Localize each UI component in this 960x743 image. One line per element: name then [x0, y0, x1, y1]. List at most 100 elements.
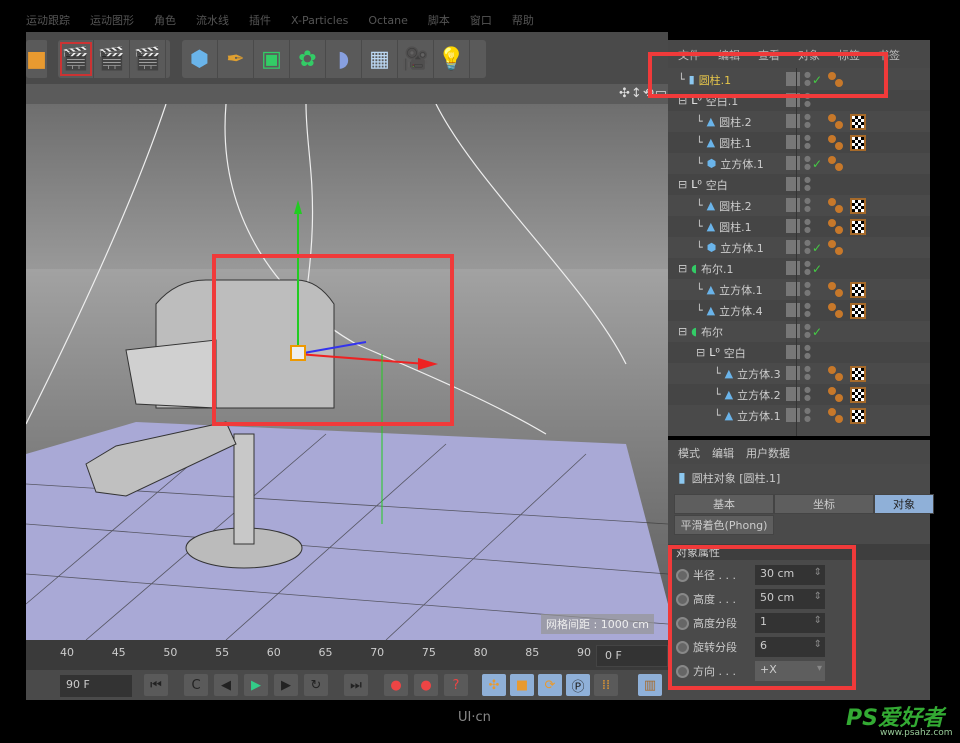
- material-tag-icon[interactable]: [850, 113, 866, 130]
- next-key-button[interactable]: ↻: [304, 674, 328, 696]
- floor-environment-icon[interactable]: ▦: [362, 40, 398, 78]
- end-frame-field[interactable]: 90 F: [60, 675, 132, 697]
- visibility-dots-icon[interactable]: ● ●: [804, 113, 811, 129]
- object-row[interactable]: └ ▲ 圆柱.2 ● ●: [668, 111, 930, 132]
- object-row[interactable]: └ ▲ 立方体.1 ● ●: [668, 279, 930, 300]
- layer-icon[interactable]: [786, 387, 800, 401]
- play-button[interactable]: ▶: [244, 674, 268, 696]
- menu-item[interactable]: X-Particles: [291, 14, 348, 30]
- material-tag-icon[interactable]: [850, 302, 866, 319]
- layer-icon[interactable]: [786, 366, 800, 380]
- visibility-dots-icon[interactable]: ● ●: [804, 134, 811, 150]
- visibility-dots-icon[interactable]: ● ●: [804, 407, 811, 423]
- key-pla-toggle[interactable]: ⁞⁞: [594, 674, 618, 696]
- menu-item[interactable]: 运动跟踪: [26, 14, 70, 30]
- object-row[interactable]: ⊟ ◖ 布尔 ● ● ✓: [668, 321, 930, 342]
- phong-tag-icon[interactable]: [828, 386, 844, 403]
- object-row[interactable]: └ ⬢ 立方体.1 ● ● ✓: [668, 237, 930, 258]
- material-tag-icon[interactable]: [850, 197, 866, 214]
- object-row[interactable]: ⊟ ◖ 布尔.1 ● ● ✓: [668, 258, 930, 279]
- menu-item[interactable]: 帮助: [512, 14, 534, 30]
- am-menu-item[interactable]: 用户数据: [746, 445, 790, 460]
- phong-tag-icon[interactable]: [828, 134, 844, 151]
- tab-basic[interactable]: 基本: [674, 494, 774, 514]
- auto-key-button[interactable]: ●: [414, 674, 438, 696]
- menu-item[interactable]: 脚本: [428, 14, 450, 30]
- layer-icon[interactable]: [786, 303, 800, 317]
- phong-tag-icon[interactable]: [828, 281, 844, 298]
- camera-icon[interactable]: 🎥: [398, 40, 434, 78]
- render-settings-icon[interactable]: 🎬: [130, 40, 166, 78]
- object-row[interactable]: └ ▲ 立方体.3 ● ●: [668, 363, 930, 384]
- phong-tag-icon[interactable]: [828, 407, 844, 424]
- object-row[interactable]: └ ▲ 圆柱.2 ● ●: [668, 195, 930, 216]
- visibility-dots-icon[interactable]: ● ●: [804, 344, 811, 360]
- visibility-dots-icon[interactable]: ● ●: [804, 239, 811, 255]
- key-position-toggle[interactable]: ✣: [482, 674, 506, 696]
- enabled-check-icon[interactable]: ✓: [812, 157, 822, 171]
- subdivision-icon[interactable]: ▣: [254, 40, 290, 78]
- menu-item[interactable]: 运动图形: [90, 14, 134, 30]
- material-tag-icon[interactable]: [850, 218, 866, 235]
- go-to-end-button[interactable]: ⏭: [344, 674, 368, 696]
- key-parameter-toggle[interactable]: Ⓟ: [566, 674, 590, 696]
- enabled-check-icon[interactable]: ✓: [812, 262, 822, 276]
- layer-icon[interactable]: [786, 156, 800, 170]
- timeline-ruler[interactable]: 40 45 50 55 60 65 70 75 80 85 90: [26, 640, 668, 670]
- mograph-cloner-icon[interactable]: ✿: [290, 40, 326, 78]
- material-tag-icon[interactable]: [850, 365, 866, 382]
- visibility-dots-icon[interactable]: ● ●: [804, 218, 811, 234]
- next-frame-button[interactable]: ▶: [274, 674, 298, 696]
- object-row[interactable]: └ ⬢ 立方体.1 ● ● ✓: [668, 153, 930, 174]
- phong-tag-icon[interactable]: [828, 239, 844, 256]
- object-row[interactable]: └ ▲ 圆柱.1 ● ●: [668, 216, 930, 237]
- timeline-window-button[interactable]: ▥: [638, 674, 662, 696]
- visibility-dots-icon[interactable]: ● ●: [804, 155, 811, 171]
- cube-primitive-icon[interactable]: ⬢: [182, 40, 218, 78]
- phong-tag-icon[interactable]: [828, 113, 844, 130]
- menu-item[interactable]: Octane: [368, 14, 408, 30]
- phong-tag-icon[interactable]: [828, 365, 844, 382]
- enabled-check-icon[interactable]: ✓: [812, 241, 822, 255]
- object-row[interactable]: ⊟ L⁰ 空白 ● ●: [668, 342, 930, 363]
- menu-item[interactable]: 窗口: [470, 14, 492, 30]
- object-row[interactable]: └ ▲ 立方体.1 ● ●: [668, 405, 930, 426]
- phong-tag-icon[interactable]: [828, 302, 844, 319]
- visibility-dots-icon[interactable]: ● ●: [804, 281, 811, 297]
- light-icon[interactable]: 💡: [434, 40, 470, 78]
- current-frame-field[interactable]: 0 F: [596, 645, 668, 667]
- render-picture-icon[interactable]: 🎬: [94, 40, 130, 78]
- phong-tag-icon[interactable]: [828, 197, 844, 214]
- keyframe-selection-button[interactable]: ?: [444, 674, 468, 696]
- expand-toggle-icon[interactable]: ⊟: [678, 178, 687, 191]
- layer-icon[interactable]: [786, 240, 800, 254]
- visibility-dots-icon[interactable]: ● ●: [804, 302, 811, 318]
- expand-toggle-icon[interactable]: ⊟: [678, 325, 687, 338]
- previous-key-button[interactable]: C: [184, 674, 208, 696]
- visibility-dots-icon[interactable]: ● ●: [804, 176, 811, 192]
- tab-coord[interactable]: 坐标: [774, 494, 874, 514]
- layer-icon[interactable]: [786, 177, 800, 191]
- tab-phong[interactable]: 平滑着色(Phong): [674, 515, 774, 535]
- layer-icon[interactable]: [786, 114, 800, 128]
- menu-item[interactable]: 角色: [154, 14, 176, 30]
- layer-icon[interactable]: [786, 282, 800, 296]
- phong-tag-icon[interactable]: [828, 155, 844, 172]
- object-row[interactable]: └ ▲ 立方体.2 ● ●: [668, 384, 930, 405]
- phong-tag-icon[interactable]: [828, 218, 844, 235]
- cube-object-icon[interactable]: ■: [26, 40, 48, 78]
- visibility-dots-icon[interactable]: ● ●: [804, 323, 811, 339]
- material-tag-icon[interactable]: [850, 407, 866, 424]
- layer-icon[interactable]: [786, 261, 800, 275]
- visibility-dots-icon[interactable]: ● ●: [804, 197, 811, 213]
- deformer-icon[interactable]: ◗: [326, 40, 362, 78]
- object-row[interactable]: └ ▲ 圆柱.1 ● ●: [668, 132, 930, 153]
- material-tag-icon[interactable]: [850, 281, 866, 298]
- render-view-icon[interactable]: 🎬: [58, 40, 94, 78]
- menu-item[interactable]: 流水线: [196, 14, 229, 30]
- visibility-dots-icon[interactable]: ● ●: [804, 365, 811, 381]
- layer-icon[interactable]: [786, 135, 800, 149]
- go-to-start-button[interactable]: ⏮: [144, 674, 168, 696]
- object-row[interactable]: ⊟ L⁰ 空白 ● ●: [668, 174, 930, 195]
- layer-icon[interactable]: [786, 219, 800, 233]
